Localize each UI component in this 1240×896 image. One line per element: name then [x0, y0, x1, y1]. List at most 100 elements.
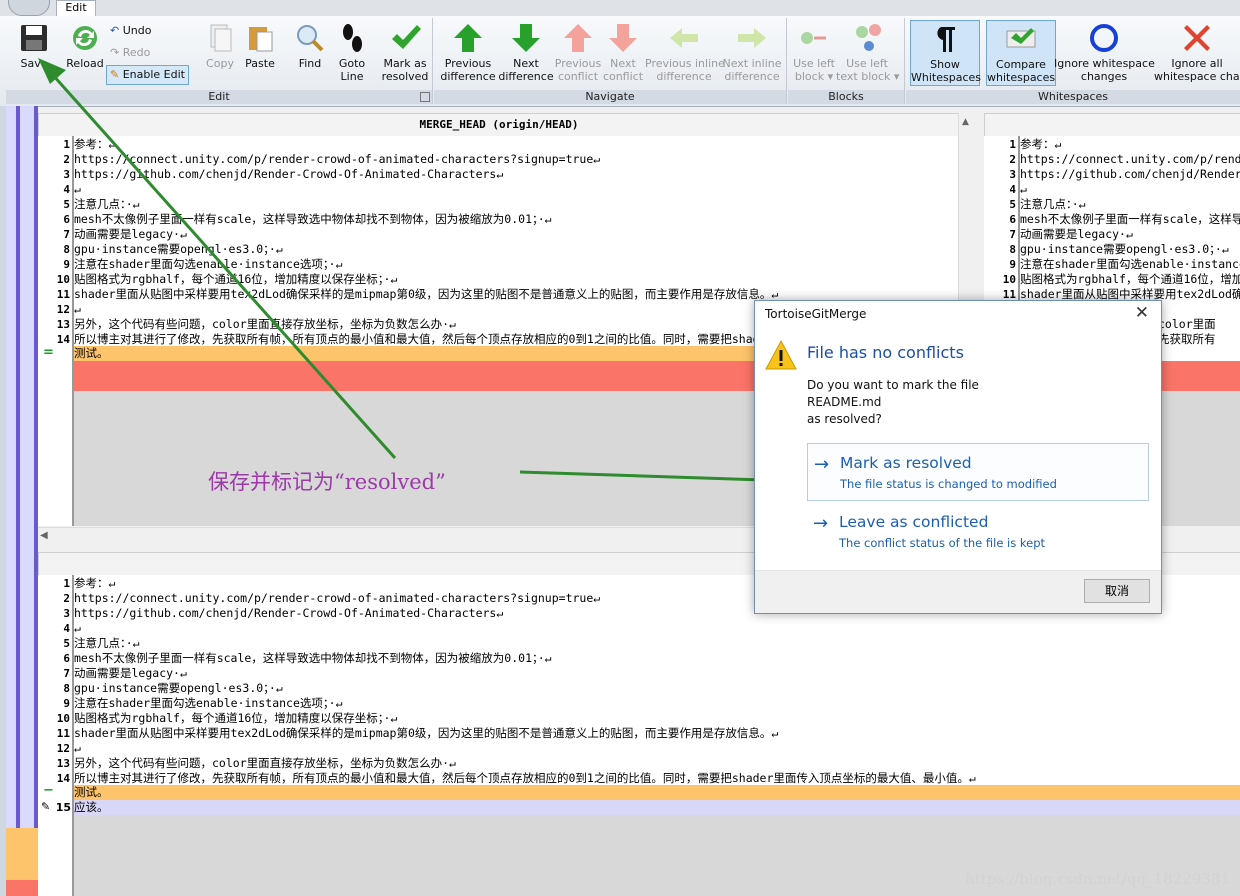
redo-button[interactable]: ↷ Redo	[110, 44, 150, 62]
find-button[interactable]: Find	[290, 22, 330, 70]
location-bar-left[interactable]	[6, 106, 16, 896]
mark-resolved-button[interactable]: Mark as resolved	[380, 22, 430, 83]
left-line-number: 9	[63, 258, 70, 271]
arrow-down-red-icon	[609, 24, 637, 52]
show-whitespaces-button[interactable]: Show Whitespaces	[910, 20, 981, 86]
save-button[interactable]: Save	[12, 22, 56, 70]
previous-difference-button[interactable]: Previous difference	[440, 22, 496, 83]
merged-extra-line: − 测试。	[43, 783, 1240, 800]
scroll-left-icon[interactable]: ◀	[40, 530, 48, 541]
merged-line-number: 12	[56, 742, 70, 755]
previous-conflict-button[interactable]: Previous conflict	[554, 22, 602, 83]
group-edit-launcher-icon[interactable]	[420, 92, 430, 102]
compare-whitespaces-label: Compare whitespaces	[987, 58, 1056, 84]
arrow-right-inline-icon	[738, 28, 766, 48]
next-inline-difference-button[interactable]: Next inline difference	[722, 22, 782, 83]
merged-line-text: 注意几点：·↵	[74, 636, 140, 650]
merged-line-text: 所以博主对其进行了修改，先获取所有帧，所有顶点的最小值和最大值，然后每个顶点存放…	[74, 771, 976, 785]
use-left-text-block-label: Use left text block ▾	[836, 57, 900, 83]
merged-line-15: ✎ 15 应该。	[41, 800, 1240, 815]
watermark: https://blog.csdn.net/qq_18229381	[965, 870, 1230, 888]
merged-line-text: shader里面从贴图中采样要用tex2dLod确保采样的是mipmap第0级，…	[74, 726, 779, 740]
merged-line-number: 1	[63, 577, 70, 590]
group-label-edit: Edit	[6, 90, 432, 104]
copy-button[interactable]: Copy	[200, 22, 240, 70]
goto-line-button[interactable]: Goto Line	[332, 22, 372, 83]
left-line-number: 1	[63, 138, 70, 151]
floppy-disk-icon	[21, 25, 47, 51]
redo-label: Redo	[122, 46, 151, 59]
mark-as-resolved-title: Mark as resolved	[840, 454, 972, 472]
pencil-icon: ✎	[110, 68, 120, 81]
equal-marker-icon: =	[43, 345, 54, 360]
leave-as-conflicted-command[interactable]: → Leave as conflicted The conflict statu…	[807, 503, 1147, 559]
merged-line-number: 4	[63, 622, 70, 635]
circle-outline-icon	[1090, 24, 1118, 52]
ignore-all-whitespace-label: Ignore all whitespace chan	[1154, 57, 1240, 83]
merged-pane[interactable]: 1 参考：↵ 2 https://connect.unity.com/p/render…	[38, 575, 1240, 896]
right-line-text: 贴图格式为rgbhalf，每个通道16位，增加精度以保存坐标；·↵	[1020, 272, 1240, 286]
left-line-text: 参考：↵	[74, 137, 116, 151]
reload-button[interactable]: Reload	[62, 22, 108, 70]
leave-as-conflicted-title: Leave as conflicted	[839, 513, 989, 531]
goto-line-label: Goto Line	[338, 57, 366, 83]
left-line-number: 3	[63, 168, 70, 181]
ignore-whitespace-changes-button[interactable]: Ignore whitespace changes	[1054, 22, 1155, 83]
cancel-button[interactable]: 取消	[1084, 579, 1150, 603]
merged-line-number: 2	[63, 592, 70, 605]
merged-line-text: https://connect.unity.com/p/render-crowd…	[74, 591, 601, 605]
enable-edit-label: Enable Edit	[122, 68, 185, 81]
next-conflict-button[interactable]: Next conflict	[600, 22, 646, 83]
merged-line-number: 5	[63, 637, 70, 650]
left-extra-text: 测试。	[74, 346, 109, 360]
merged-line-text: 贴图格式为rgbhalf，每个通道16位，增加精度以保存坐标；·↵	[74, 711, 398, 725]
arrow-right-icon: →	[813, 513, 829, 534]
dialog-message-line-3: as resolved?	[807, 412, 882, 426]
next-difference-button[interactable]: Next difference	[498, 22, 554, 83]
tab-edit[interactable]: Edit	[56, 0, 96, 16]
left-line-number: 13	[56, 318, 70, 331]
enable-edit-button[interactable]: ✎ Enable Edit	[106, 65, 189, 85]
merged-extra-text: 测试。	[74, 785, 109, 799]
location-bar-removed-marker	[6, 880, 38, 896]
use-left-text-block-icon	[856, 24, 881, 51]
leave-as-conflicted-desc: The conflict status of the file is kept	[839, 536, 1046, 550]
merged-line-text: 注意在shader里面勾选enable·instance选项；·↵	[74, 696, 343, 710]
merged-line-15-text: 应该。	[74, 800, 109, 814]
right-line-number: 7	[1009, 228, 1016, 241]
right-line-number: 10	[1002, 273, 1016, 286]
app-menu-button[interactable]	[8, 0, 50, 16]
reload-icon	[73, 26, 97, 50]
use-left-block-button[interactable]: Use left block ▾	[792, 22, 836, 83]
use-left-text-block-button[interactable]: Use left text block ▾	[836, 22, 900, 83]
dialog-footer: 取消	[755, 570, 1161, 613]
arrow-down-green-icon	[512, 24, 540, 52]
location-bar-middle[interactable]	[20, 106, 34, 896]
paste-button[interactable]: Paste	[240, 22, 280, 70]
previous-inline-difference-button[interactable]: Previous inline difference	[645, 22, 725, 83]
compare-check-icon	[1006, 28, 1036, 48]
dialog-heading: File has no conflicts	[807, 343, 964, 362]
checkmark-icon	[392, 25, 421, 49]
merged-line-number: 9	[63, 697, 70, 710]
merged-line-number: 7	[63, 667, 70, 680]
left-line-text: 注意在shader里面勾选enable·instance选项；·↵	[74, 257, 343, 271]
merged-line-number: 6	[63, 652, 70, 665]
right-line-text: 注意几点：·↵	[1020, 197, 1086, 211]
right-line-text: https://connect.unity.com/p/render-crowd…	[1020, 152, 1240, 166]
right-line-number: 6	[1009, 213, 1016, 226]
warning-icon	[765, 339, 797, 370]
merged-line-text: gpu·instance需要opengl·es3.0；·↵	[74, 681, 283, 695]
undo-button[interactable]: ↶ Undo	[110, 22, 151, 40]
right-line-text: ↵	[1020, 182, 1027, 196]
merged-line-number: 10	[56, 712, 70, 725]
right-line-number: 3	[1009, 168, 1016, 181]
mark-as-resolved-command[interactable]: → Mark as resolved The file status is ch…	[807, 443, 1149, 501]
right-line-text: https://github.com/chenjd/Render-Crowd-O…	[1020, 167, 1240, 181]
ignore-all-whitespace-button[interactable]: Ignore all whitespace chan	[1154, 22, 1240, 83]
compare-whitespaces-button[interactable]: Compare whitespaces	[986, 20, 1056, 86]
scroll-up-icon[interactable]: ▲	[962, 117, 969, 127]
dialog-title: TortoiseGitMerge	[765, 307, 867, 321]
close-icon[interactable]: ✕	[1135, 303, 1149, 323]
dialog-message-line-1: Do you want to mark the file	[807, 378, 979, 392]
